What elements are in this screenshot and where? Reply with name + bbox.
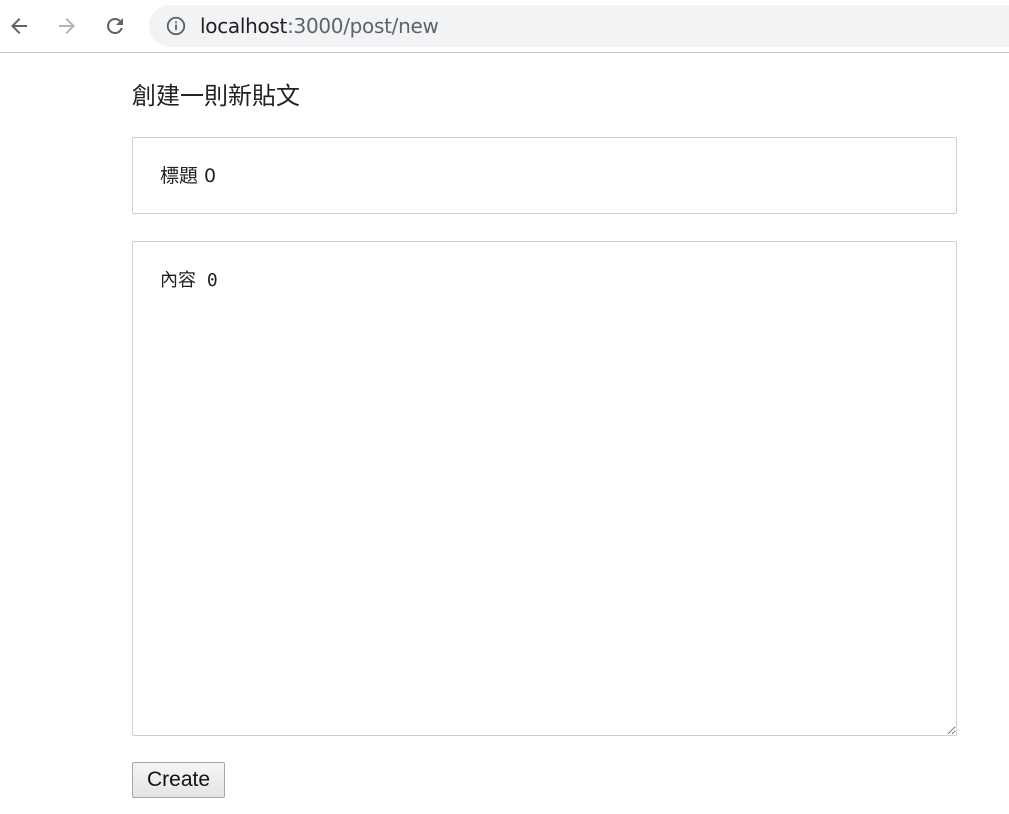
content-textarea[interactable] <box>132 241 957 736</box>
page-title: 創建一則新貼文 <box>132 82 300 110</box>
create-button[interactable]: Create <box>132 762 225 798</box>
url-path: :3000/post/new <box>287 14 439 38</box>
arrow-left-icon <box>11 18 27 34</box>
address-bar[interactable]: localhost:3000/post/new <box>149 5 1009 47</box>
url-host: localhost <box>200 14 288 38</box>
info-icon[interactable] <box>165 15 187 37</box>
reload-button[interactable] <box>102 9 128 43</box>
url-text: localhost:3000/post/new <box>200 14 439 38</box>
forward-button[interactable] <box>54 9 80 43</box>
title-input[interactable] <box>132 137 957 214</box>
arrow-right-icon <box>59 18 75 34</box>
browser-toolbar: localhost:3000/post/new <box>0 0 1009 53</box>
back-button[interactable] <box>6 9 32 43</box>
reload-icon <box>107 18 123 34</box>
